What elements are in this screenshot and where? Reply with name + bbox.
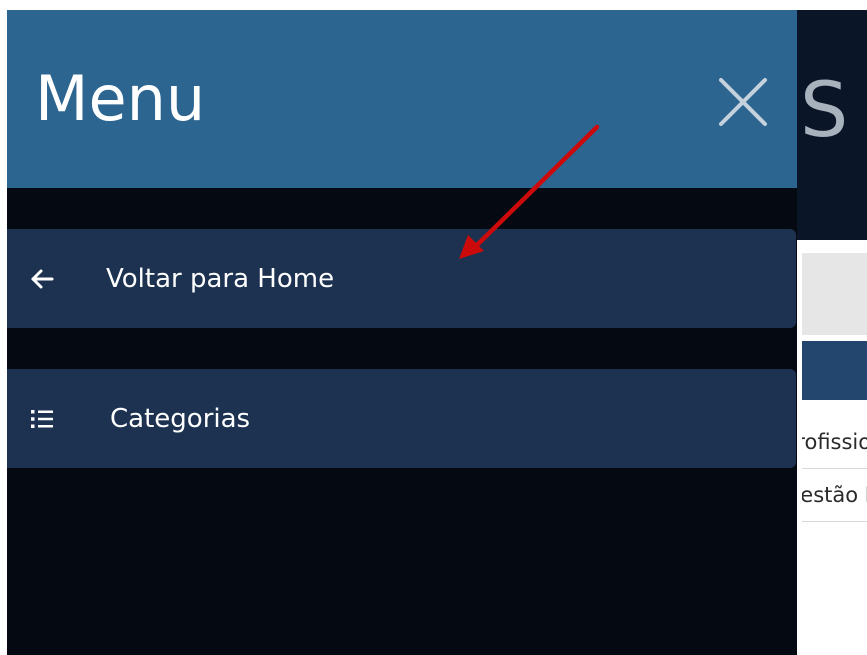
- menu-item-label: Voltar para Home: [106, 263, 335, 294]
- menu-item-home[interactable]: Voltar para Home: [7, 229, 796, 328]
- list-icon: [31, 409, 53, 428]
- navigation-drawer: Menu Voltar para Home Categorias: [7, 10, 797, 655]
- background-table-row: [802, 522, 867, 655]
- background-table-row: Profissio: [802, 416, 867, 469]
- close-icon: [719, 78, 767, 126]
- drawer-title: Menu: [35, 62, 206, 135]
- background-search-bar: [802, 253, 867, 335]
- close-button[interactable]: [711, 70, 775, 134]
- background-page-header: S: [797, 10, 867, 240]
- background-page: S Profissio Gestão Ef: [797, 10, 867, 655]
- background-page-title: S: [800, 65, 849, 154]
- menu-item-label: Categorias: [110, 403, 251, 434]
- background-table-header: [802, 341, 867, 400]
- arrow-left-icon: [31, 269, 54, 288]
- screen: S Profissio Gestão Ef Menu Voltar para H…: [0, 0, 867, 655]
- menu-item-categorias[interactable]: Categorias: [7, 369, 796, 468]
- background-table-row: Gestão Ef: [802, 469, 867, 522]
- drawer-header: Menu: [7, 10, 797, 188]
